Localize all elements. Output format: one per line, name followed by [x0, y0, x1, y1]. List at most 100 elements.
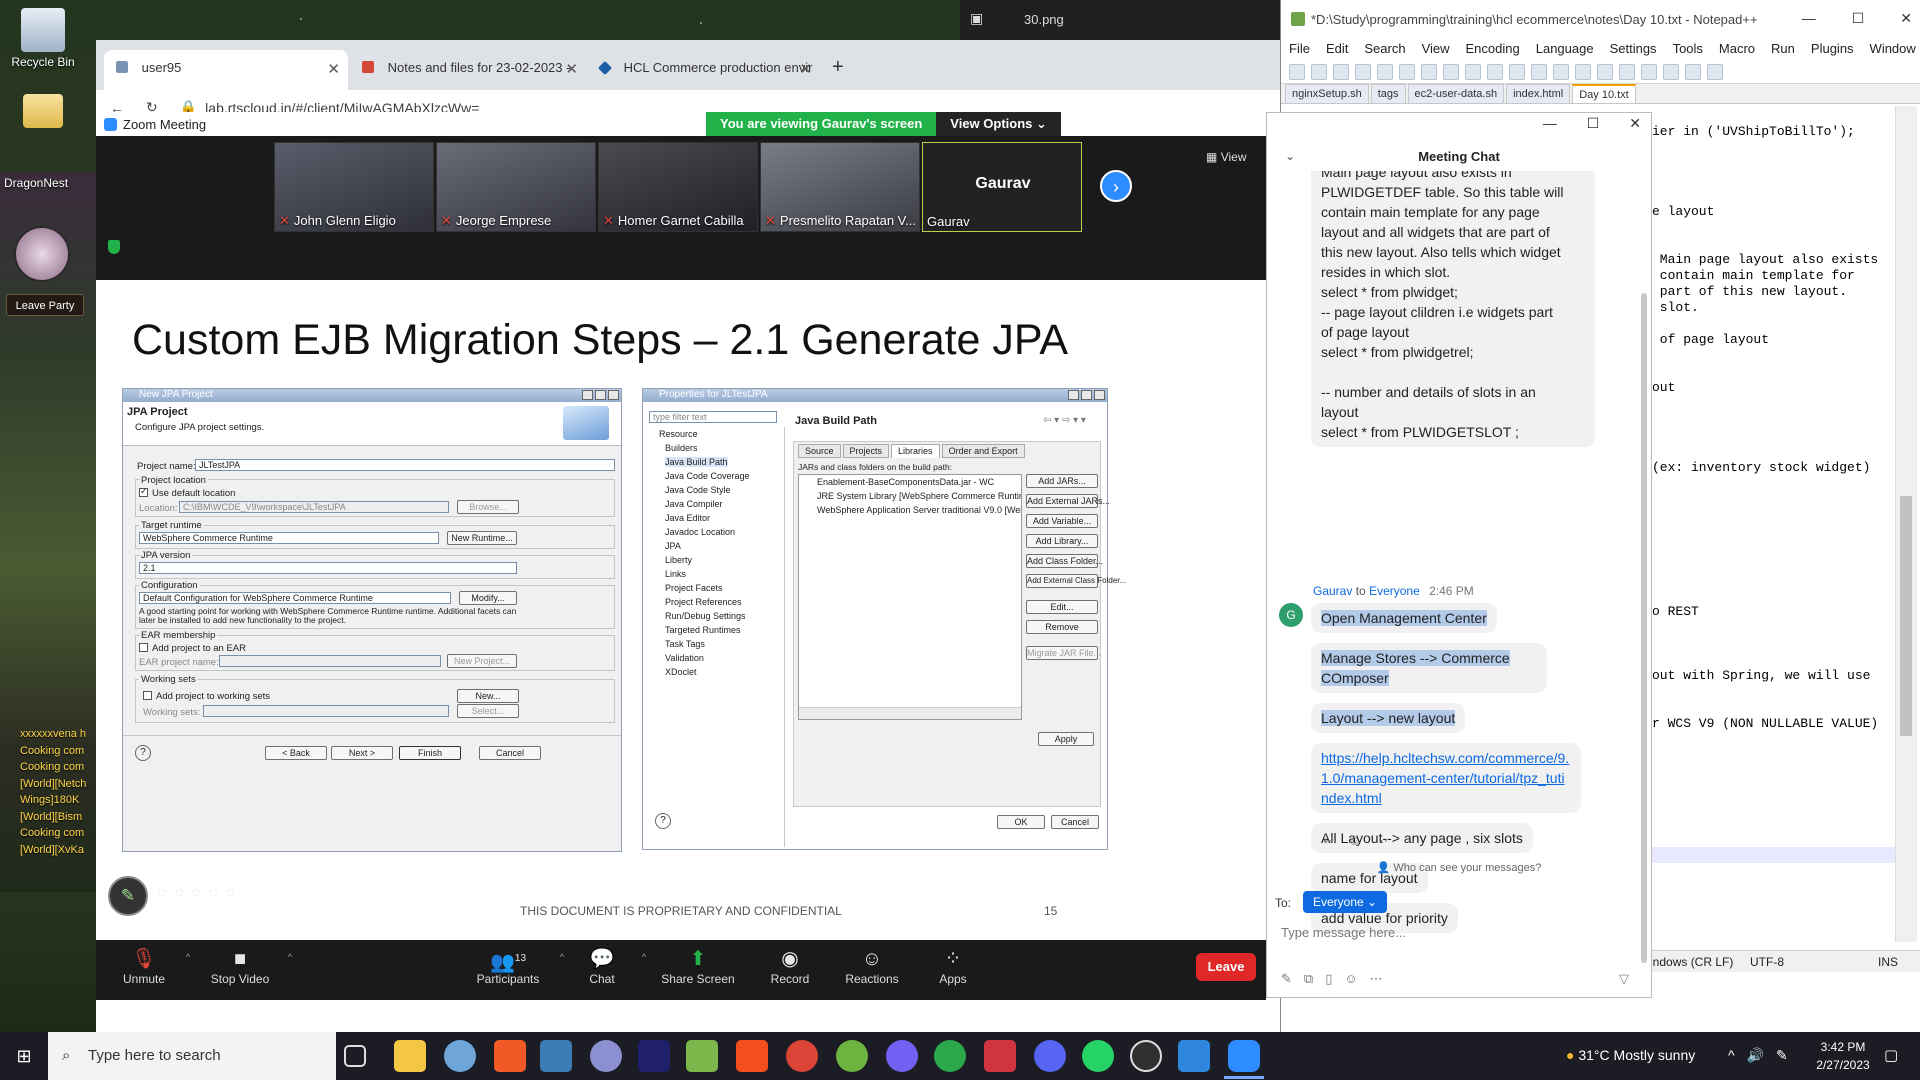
tree-item[interactable]: Liberty: [665, 555, 692, 565]
menu-language[interactable]: Language: [1536, 41, 1594, 56]
tree-item[interactable]: Builders: [665, 443, 698, 453]
browser-tab-notes[interactable]: Notes and files for 23-02-2023 - ✕: [350, 50, 586, 90]
tutorial-link[interactable]: https://help.hcltechsw.com/commerce/9.1.…: [1321, 750, 1569, 806]
discord-icon[interactable]: [1034, 1040, 1066, 1072]
menu-encoding[interactable]: Encoding: [1466, 41, 1520, 56]
npp-tab-index[interactable]: index.html: [1506, 84, 1571, 103]
who-can-see-messages[interactable]: 👤 Who can see your messages?: [1267, 861, 1651, 874]
add-library-button[interactable]: Add Library...: [1026, 534, 1098, 548]
unmute-button[interactable]: 🎙 Unmute ^: [112, 946, 190, 986]
tree-item[interactable]: Java Code Coverage: [665, 471, 750, 481]
copy-icon[interactable]: [1443, 63, 1459, 80]
minimize-icon[interactable]: [1068, 390, 1079, 400]
menu-view[interactable]: View: [1422, 41, 1450, 56]
reactions-button[interactable]: ☺ Reactions: [836, 946, 908, 986]
draw-tool-icon[interactable]: ◌: [175, 884, 184, 901]
file-explorer-icon[interactable]: [394, 1040, 426, 1072]
new-working-set-button[interactable]: New...: [457, 689, 519, 703]
tree-item[interactable]: Project References: [665, 597, 742, 607]
zoom-out-icon[interactable]: [1597, 63, 1613, 80]
tree-item[interactable]: Javadoc Location: [665, 527, 735, 537]
menu-window[interactable]: Window: [1870, 41, 1916, 56]
ear-project-name-select[interactable]: [219, 655, 441, 667]
jars-list[interactable]: Enablement-BaseComponentsData.jar - WC J…: [798, 474, 1022, 720]
project-name-input[interactable]: JLTestJPA: [195, 459, 615, 471]
menu-file[interactable]: File: [1289, 41, 1310, 56]
viber-icon[interactable]: [886, 1040, 918, 1072]
next-page-arrow-icon[interactable]: ›: [1100, 170, 1132, 202]
brave-icon[interactable]: [494, 1040, 526, 1072]
menu-search[interactable]: Search: [1364, 41, 1405, 56]
annotate-pen-button[interactable]: ✎: [108, 876, 148, 916]
caret-up-icon[interactable]: ^: [186, 952, 190, 962]
zoom-tool-icon[interactable]: ◌: [209, 884, 218, 901]
remove-button[interactable]: Remove: [1026, 620, 1098, 634]
add-working-sets-checkbox[interactable]: Add project to working sets: [143, 691, 270, 702]
copy-tool-icon[interactable]: ◌: [192, 884, 201, 901]
record-button[interactable]: ◉ Record: [760, 946, 820, 986]
new-project-button[interactable]: New Project...: [447, 654, 517, 668]
minimize-icon[interactable]: —: [1543, 115, 1557, 132]
whatsapp-icon[interactable]: [1082, 1040, 1114, 1072]
taskbar-clock[interactable]: 3:42 PM 2/27/2023: [1808, 1038, 1878, 1074]
tree-item[interactable]: Run/Debug Settings: [665, 611, 746, 621]
discord-app-icon[interactable]: [590, 1040, 622, 1072]
close-icon[interactable]: [1094, 390, 1105, 400]
ok-button[interactable]: OK: [997, 815, 1045, 829]
more-tool-icon[interactable]: ◌: [226, 884, 235, 901]
menu-edit[interactable]: Edit: [1326, 41, 1348, 56]
participant-tile[interactable]: ✕ John Glenn Eligio: [274, 142, 434, 232]
leave-party-button[interactable]: Leave Party: [6, 294, 84, 316]
participant-tile-active-speaker[interactable]: Gaurav Gaurav: [922, 142, 1082, 232]
tab-projects[interactable]: Projects: [842, 444, 890, 458]
tree-item-selected[interactable]: Java Build Path: [665, 457, 728, 467]
close-tab-icon[interactable]: ✕: [327, 60, 340, 78]
more-icon[interactable]: ⋯: [1370, 971, 1383, 987]
reply-icon[interactable]: ↩: [1323, 833, 1334, 849]
back-button[interactable]: < Back: [265, 746, 327, 760]
npp-tab-tags[interactable]: tags: [1370, 84, 1406, 103]
tree-item[interactable]: Project Facets: [665, 583, 723, 593]
volume-icon[interactable]: 🔊: [1747, 1047, 1764, 1064]
help-icon[interactable]: ?: [655, 813, 671, 829]
npp-tab-nginxsetup[interactable]: nginxSetup.sh: [1285, 84, 1369, 103]
tree-item[interactable]: Java Compiler: [665, 499, 723, 509]
jar-entry[interactable]: WebSphere Application Server traditional…: [817, 505, 1021, 515]
next-button[interactable]: Next >: [331, 746, 393, 760]
caret-up-icon[interactable]: ^: [288, 952, 292, 962]
location-input[interactable]: C:\IBM\WCDE_V9\workspace\JLTestJPA: [179, 501, 449, 513]
filter-icon[interactable]: ▽: [1619, 971, 1629, 987]
photos-icon[interactable]: [540, 1040, 572, 1072]
notepad-scrollbar[interactable]: [1895, 106, 1917, 942]
chevron-up-icon[interactable]: ^: [1728, 1047, 1735, 1064]
show-all-icon[interactable]: [1663, 63, 1679, 80]
maximize-icon[interactable]: [595, 390, 606, 400]
new-file-icon[interactable]: [1289, 63, 1305, 80]
jar-entry[interactable]: JRE System Library [WebSphere Commerce R…: [817, 491, 1021, 501]
paste-icon[interactable]: [1465, 63, 1481, 80]
pointer-tool-icon[interactable]: ◌: [158, 884, 167, 901]
apps-button[interactable]: ⁘ Apps: [926, 946, 980, 986]
notepadpp-icon[interactable]: [686, 1040, 718, 1072]
maximize-icon[interactable]: ☐: [1587, 115, 1600, 132]
menu-run[interactable]: Run: [1771, 41, 1795, 56]
more-icon[interactable]: ⋯: [1375, 833, 1388, 849]
weather-widget[interactable]: ● 31°C Mostly sunny: [1566, 1047, 1695, 1063]
emoji-reaction-icon[interactable]: ☺: [1348, 833, 1361, 849]
browser-tab-hcl[interactable]: HCL Commerce production envir ✕: [588, 50, 820, 90]
remote-desktop-app-icon[interactable]: [1178, 1040, 1210, 1072]
close-icon[interactable]: ✕: [1900, 10, 1912, 27]
browser-tab-user95[interactable]: user95 ✕: [104, 50, 348, 90]
jpa-version-select[interactable]: 2.1: [139, 562, 517, 574]
back-forward-arrows-icon[interactable]: ⇦ ▾ ⇨ ▾ ▾: [1043, 415, 1086, 426]
configuration-select[interactable]: Default Configuration for WebSphere Comm…: [139, 592, 451, 604]
edit-button[interactable]: Edit...: [1026, 600, 1098, 614]
format-icon[interactable]: ✎: [1281, 971, 1292, 987]
maximize-icon[interactable]: ☐: [1852, 10, 1865, 27]
emoji-icon[interactable]: ☺: [1344, 971, 1357, 987]
chat-app-icon[interactable]: [444, 1040, 476, 1072]
folder-desktop-icon[interactable]: [0, 94, 86, 131]
caret-up-icon[interactable]: ^: [560, 952, 564, 962]
recycle-bin-icon[interactable]: Recycle Bin: [0, 8, 86, 69]
npp-tab-day10[interactable]: Day 10.txt: [1572, 84, 1636, 103]
